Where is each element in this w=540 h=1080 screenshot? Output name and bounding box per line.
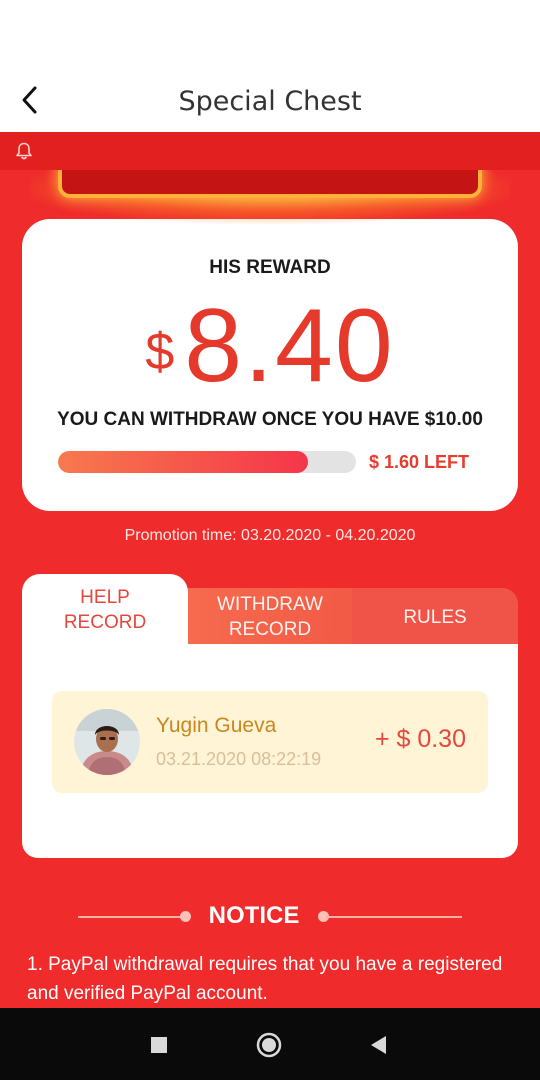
status-bar: [0, 0, 540, 70]
page-title: Special Chest: [178, 86, 362, 117]
divider: [78, 916, 182, 918]
avatar-image: [74, 709, 140, 775]
bell-icon: [16, 142, 32, 160]
reward-progress-bar: [58, 451, 356, 473]
withdraw-note: YOU CAN WITHDRAW ONCE YOU HAVE $10.00: [57, 409, 483, 430]
system-nav-bar: [0, 1008, 540, 1080]
tab-label: RECORD: [63, 612, 147, 633]
header: Special Chest: [0, 70, 540, 132]
record-name: Yugin Gueva: [156, 714, 277, 737]
tab-label: HELP: [80, 587, 130, 608]
reward-currency: $: [145, 323, 175, 381]
tab-withdraw-record[interactable]: WITHDRAW RECORD: [182, 588, 358, 646]
promotion-time: Promotion time: 03.20.2020 - 04.20.2020: [124, 527, 416, 544]
notice-text: 1. PayPal withdrawal requires that you h…: [27, 954, 503, 1004]
reward-progress-fill: [58, 451, 309, 473]
tab-help-record[interactable]: HELP RECORD: [22, 574, 188, 646]
list-item: Yugin Gueva 03.21.2020 08:22:19 + $ 0.30: [52, 691, 488, 793]
tab-label: RECORD: [228, 619, 312, 640]
circle-icon[interactable]: [256, 1032, 282, 1058]
notification-strip[interactable]: [0, 132, 540, 170]
records-card: HELP RECORD WITHDRAW RECORD RULES Yugin …: [22, 574, 518, 858]
reward-value: 8.40: [184, 288, 395, 404]
reward-label: HIS REWARD: [209, 257, 331, 278]
avatar: [74, 709, 140, 775]
record-time: 03.21.2020 08:22:19: [156, 749, 322, 769]
divider-dot: [180, 911, 191, 922]
tab-bar: HELP RECORD WITHDRAW RECORD RULES: [22, 574, 518, 646]
record-amount: + $ 0.30: [374, 725, 466, 753]
reward-amount: $8.40: [22, 287, 518, 406]
divider: [326, 916, 462, 918]
notice-header: NOTICE: [78, 902, 462, 932]
tab-rules[interactable]: RULES: [352, 588, 518, 646]
tab-label: RULES: [403, 606, 467, 628]
help-record-panel: Yugin Gueva 03.21.2020 08:22:19 + $ 0.30: [22, 644, 518, 858]
main-content: HIS REWARD $8.40 YOU CAN WITHDRAW ONCE Y…: [0, 132, 540, 1008]
reward-card: HIS REWARD $8.40 YOU CAN WITHDRAW ONCE Y…: [22, 219, 518, 511]
notice-title: NOTICE: [208, 902, 300, 929]
tab-label: WITHDRAW: [217, 594, 323, 615]
triangle-icon[interactable]: [366, 1032, 392, 1058]
square-icon[interactable]: [146, 1032, 172, 1058]
remaining-label: $ 1.60 LEFT: [369, 452, 470, 472]
